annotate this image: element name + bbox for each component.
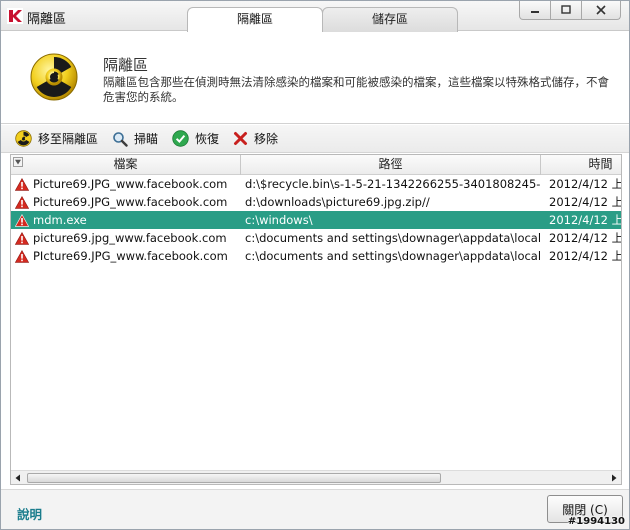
minimize-icon — [531, 11, 539, 13]
column-header-file[interactable]: 檔案 — [11, 155, 241, 175]
file-cell: Picture69.JPG_www.facebook.com — [15, 193, 241, 211]
window-controls — [519, 1, 621, 20]
maximize-button[interactable] — [550, 1, 582, 20]
scan-label: 掃瞄 — [134, 132, 159, 146]
time-cell: 2012/4/12 上午 — [549, 195, 622, 209]
file-name: picture69.jpg_www.facebook.com — [33, 231, 227, 245]
file-name: PIcture69.JPG_www.facebook.com — [33, 249, 228, 263]
scroll-left-button[interactable] — [11, 471, 25, 484]
tab-quarantine[interactable]: 隔離區 — [187, 7, 323, 32]
scroll-right-button[interactable] — [607, 471, 621, 484]
maximize-icon — [561, 5, 571, 14]
warning-icon — [15, 249, 29, 263]
help-link[interactable]: 說明 — [17, 504, 42, 523]
scrollbar-thumb[interactable] — [27, 473, 441, 483]
table-row-selected[interactable]: mdm.exe c:\windows\ 2012/4/12 上午 — [11, 211, 622, 229]
move-to-quarantine-label: 移至隔離區 — [38, 132, 99, 146]
time-cell: 2012/4/12 上午 — [549, 249, 622, 263]
table-row[interactable]: Picture69.JPG_www.facebook.com d:\$recyc… — [11, 175, 622, 193]
file-cell: Picture69.JPG_www.facebook.com — [15, 175, 241, 193]
header-title: 隔離區 — [103, 56, 149, 74]
quarantine-header: 隔離區 隔離區包含那些在偵測時無法清除感染的檔案和可能被感染的檔案，這些檔案以特… — [1, 32, 629, 124]
file-cell: picture69.jpg_www.facebook.com — [15, 229, 241, 247]
arrow-right-icon — [612, 474, 617, 482]
time-cell: 2012/4/12 上午 — [549, 213, 622, 227]
warning-icon — [15, 213, 29, 227]
file-name: mdm.exe — [33, 213, 87, 227]
restore-label: 恢復 — [195, 132, 220, 146]
warning-icon — [15, 231, 29, 245]
column-header-time[interactable]: 時間 — [541, 155, 621, 175]
move-to-quarantine-button[interactable]: 移至隔離區 — [15, 128, 98, 150]
magnifier-icon — [113, 131, 128, 147]
table-row[interactable]: picture69.jpg_www.facebook.com c:\docume… — [11, 229, 622, 247]
quarantine-table: 檔案 路徑 時間 Picture69.JPG_www.facebook.com … — [10, 154, 622, 485]
time-cell: 2012/4/12 上午 — [549, 231, 622, 245]
table-rows: Picture69.JPG_www.facebook.com d:\$recyc… — [11, 175, 622, 265]
footer: 說明 關閉 (C) — [1, 489, 629, 529]
app-logo-icon — [7, 8, 23, 24]
path-cell: c:\windows\ — [245, 213, 313, 227]
path-cell: c:\documents and settings\downager\appda… — [245, 231, 541, 245]
remove-button[interactable]: 移除 — [233, 128, 278, 150]
close-icon — [596, 5, 606, 15]
file-name: Picture69.JPG_www.facebook.com — [33, 195, 228, 209]
table-header: 檔案 路徑 時間 — [11, 155, 621, 175]
window-title: 隔離區 — [27, 12, 67, 27]
minimize-button[interactable] — [519, 1, 551, 20]
path-cell: c:\documents and settings\downager\appda… — [245, 249, 541, 263]
time-cell: 2012/4/12 上午 — [549, 177, 622, 191]
radiation-hazard-icon — [30, 53, 78, 101]
warning-icon — [15, 177, 29, 191]
tab-bar: 隔離區 儲存區 — [187, 7, 458, 32]
tab-backup[interactable]: 儲存區 — [322, 7, 458, 32]
table-row[interactable]: PIcture69.JPG_www.facebook.com c:\docume… — [11, 247, 622, 265]
column-header-path[interactable]: 路徑 — [241, 155, 541, 175]
scan-button[interactable]: 掃瞄 — [112, 128, 158, 150]
remove-label: 移除 — [254, 132, 279, 146]
file-cell: PIcture69.JPG_www.facebook.com — [15, 247, 241, 265]
path-cell: d:\downloads\picture69.jpg.zip// — [245, 195, 430, 209]
warning-icon — [15, 195, 29, 209]
table-row[interactable]: Picture69.JPG_www.facebook.com d:\downlo… — [11, 193, 622, 211]
file-cell: mdm.exe — [15, 211, 241, 229]
arrow-left-icon — [15, 474, 20, 482]
red-x-icon — [234, 132, 248, 145]
watermark: #1994130 — [567, 516, 625, 527]
close-window-button[interactable] — [581, 1, 621, 20]
restore-button[interactable]: 恢復 — [172, 128, 219, 150]
radiation-icon — [15, 130, 32, 147]
quarantine-window: 隔離區 隔離區 儲存區 隔離區 隔離區包含那些在偵測時無法清除感染的檔案和可能被… — [0, 0, 630, 530]
check-circle-icon — [172, 130, 189, 147]
title-bar: 隔離區 隔離區 儲存區 — [1, 1, 629, 32]
file-name: Picture69.JPG_www.facebook.com — [33, 177, 228, 191]
horizontal-scrollbar[interactable] — [11, 470, 621, 484]
header-description: 隔離區包含那些在偵測時無法清除感染的檔案和可能被感染的檔案，這些檔案以特殊格式儲… — [103, 75, 609, 104]
path-cell: d:\$recycle.bin\s-1-5-21-1342266255-3401… — [245, 177, 541, 191]
toolbar: 移至隔離區 掃瞄 恢復 移除 — [1, 125, 629, 153]
